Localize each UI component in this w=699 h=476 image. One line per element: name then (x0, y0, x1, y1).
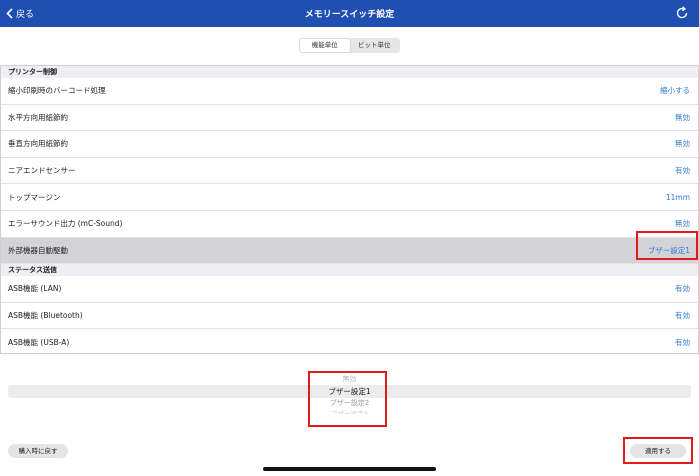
section-header-printer-control: プリンター制御 (1, 66, 698, 78)
setting-value: 縮小する (660, 86, 690, 96)
picker-option[interactable]: 無効 (8, 374, 691, 384)
apply-button[interactable]: 適用する (630, 444, 686, 458)
setting-row-near-end-sensor[interactable]: ニアエンドセンサー 有効 (1, 158, 698, 185)
setting-row-asb-bluetooth[interactable]: ASB機能 (Bluetooth) 有効 (1, 303, 698, 330)
setting-label: ニアエンドセンサー (8, 166, 76, 176)
setting-label: 水平方向用紙節約 (8, 112, 68, 122)
nav-bar: 戻る メモリースイッチ設定 (0, 0, 699, 27)
setting-label: 垂直方向用紙節約 (8, 139, 68, 149)
setting-row-top-margin[interactable]: トップマージン 11mm (1, 184, 698, 211)
setting-label: ASB機能 (LAN) (8, 284, 62, 294)
picker-option[interactable]: ブザー設定3 (8, 408, 691, 414)
setting-value: 有効 (675, 166, 690, 176)
setting-value: 無効 (675, 112, 690, 122)
setting-label: エラーサウンド出力 (mC-Sound) (8, 219, 123, 229)
picker-option-selected[interactable]: ブザー設定1 (8, 386, 691, 397)
setting-label: トップマージン (8, 192, 61, 202)
setting-value: 11mm (665, 192, 690, 202)
setting-value: 有効 (675, 311, 690, 321)
setting-value: 無効 (675, 219, 690, 229)
view-mode-segmented-control: 機能単位 ビット単位 (299, 38, 400, 53)
setting-value: 無効 (675, 139, 690, 149)
picker-option[interactable]: ブザー設定2 (8, 398, 691, 408)
setting-row-error-sound[interactable]: エラーサウンド出力 (mC-Sound) 無効 (1, 211, 698, 238)
section-header-status-transmission: ステータス送信 (1, 264, 698, 277)
setting-value: 有効 (675, 337, 690, 347)
setting-value: 有効 (675, 284, 690, 294)
reset-to-default-button[interactable]: 購入時に戻す (8, 444, 68, 458)
segment-bit-unit[interactable]: ビット単位 (350, 39, 400, 52)
refresh-icon[interactable] (675, 6, 689, 20)
setting-value: ブザー設定1 (647, 245, 690, 255)
settings-list: プリンター制御 縮小印刷時のバーコード処理 縮小する 水平方向用紙節約 無効 垂… (0, 65, 699, 354)
home-indicator (263, 467, 436, 471)
setting-row-asb-lan[interactable]: ASB機能 (LAN) 有効 (1, 276, 698, 303)
setting-label: ASB機能 (USB-A) (8, 337, 70, 347)
setting-row-horizontal-paper-saving[interactable]: 水平方向用紙節約 無効 (1, 105, 698, 132)
page-title: メモリースイッチ設定 (304, 10, 395, 20)
setting-label: 外部機器自動駆動 (8, 245, 68, 255)
segment-function-unit[interactable]: 機能単位 (300, 39, 350, 52)
setting-label: 縮小印刷時のバーコード処理 (8, 86, 106, 96)
setting-row-external-device-drive[interactable]: 外部機器自動駆動 ブザー設定1 (1, 237, 698, 265)
setting-row-barcode-reduction[interactable]: 縮小印刷時のバーコード処理 縮小する (1, 78, 698, 105)
setting-row-asb-usb-a[interactable]: ASB機能 (USB-A) 有効 (1, 329, 698, 353)
setting-row-vertical-paper-saving[interactable]: 垂直方向用紙節約 無効 (1, 131, 698, 158)
setting-label: ASB機能 (Bluetooth) (8, 311, 83, 321)
value-picker-wheel[interactable]: 無効 ブザー設定1 ブザー設定2 ブザー設定3 (8, 365, 691, 421)
